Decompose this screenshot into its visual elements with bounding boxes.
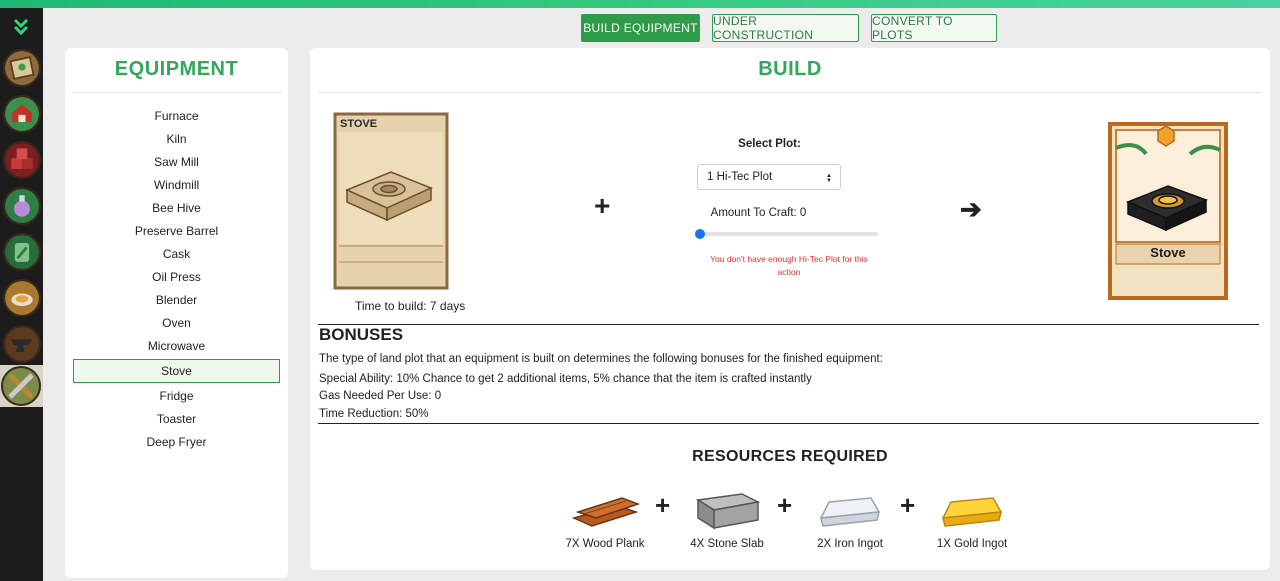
iron-ingot-icon: [819, 497, 881, 527]
select-caret-icon: ▲ ▼: [826, 173, 832, 184]
wood-plank-icon: [571, 497, 640, 527]
gold-ingot-icon: [941, 497, 1003, 527]
tab-convert-to-plots[interactable]: CONVERT TO PLOTS: [871, 14, 997, 42]
bonus-special-ability: Special Ability: 10% Chance to get 2 add…: [319, 373, 812, 385]
bonus-gas: Gas Needed Per Use: 0: [319, 390, 442, 402]
stove-result-image: [1108, 122, 1228, 300]
bonuses-intro: The type of land plot that an equipment …: [319, 353, 883, 365]
plus-icon: +: [777, 490, 793, 520]
equipment-panel: EQUIPMENT Furnace Kiln Saw Mill Windmill…: [65, 48, 288, 578]
amount-to-craft-label: Amount To Craft: 0: [710, 207, 807, 219]
top-accent-bar: [0, 0, 1280, 8]
card-title: STOVE: [340, 118, 378, 130]
resource-stone-slab: 4X Stone Slab: [682, 488, 772, 550]
list-item[interactable]: Toaster: [73, 407, 280, 430]
list-item[interactable]: Kiln: [73, 127, 280, 150]
list-item[interactable]: Deep Fryer: [73, 430, 280, 453]
resource-label: 4X Stone Slab: [690, 538, 764, 550]
section-divider: [318, 324, 1259, 325]
build-title: BUILD: [758, 58, 822, 80]
select-plot-label: Select Plot:: [738, 138, 801, 150]
map-icon[interactable]: [3, 49, 41, 87]
equipment-list: Furnace Kiln Saw Mill Windmill Bee Hive …: [73, 104, 280, 453]
resource-gold-ingot: 1X Gold Ingot: [927, 488, 1017, 550]
crates-icon[interactable]: [3, 141, 41, 179]
plot-select[interactable]: 1 Hi-Tec Plot ▲ ▼: [697, 164, 841, 190]
warning-text: You don't have enough Hi-Tec Plot for th…: [710, 254, 868, 277]
list-item[interactable]: Bee Hive: [73, 196, 280, 219]
list-item[interactable]: Cask: [73, 243, 280, 266]
slider-thumb[interactable]: [695, 229, 705, 239]
list-item[interactable]: Blender: [73, 289, 280, 312]
plus-icon: +: [900, 490, 916, 520]
tab-build-equipment[interactable]: BUILD EQUIPMENT: [581, 14, 700, 42]
anvil-icon[interactable]: [3, 325, 41, 363]
bonuses-title: BONUSES: [319, 325, 404, 344]
resource-label: 1X Gold Ingot: [936, 538, 1008, 550]
list-item[interactable]: Fridge: [73, 384, 280, 407]
amount-slider[interactable]: [695, 229, 878, 239]
arrow-right-icon: ➔: [960, 194, 982, 224]
result-card: Stove: [1106, 120, 1230, 302]
list-item[interactable]: Saw Mill: [73, 150, 280, 173]
list-item[interactable]: Furnace: [73, 104, 280, 127]
list-item[interactable]: Windmill: [73, 173, 280, 196]
bonus-time-reduction: Time Reduction: 50%: [319, 408, 429, 420]
time-to-build: Time to build: 7 days: [355, 299, 466, 313]
tab-under-construction[interactable]: UNDER CONSTRUCTION: [712, 14, 859, 42]
list-item[interactable]: Preserve Barrel: [73, 219, 280, 242]
equipment-card: STOVE: [333, 112, 449, 290]
divider: [318, 92, 1262, 93]
divider: [71, 92, 282, 93]
section-divider: [318, 423, 1259, 424]
result-label: Stove: [1150, 245, 1186, 260]
cooking-icon[interactable]: [3, 279, 41, 317]
equipment-title: EQUIPMENT: [114, 58, 239, 80]
barn-icon[interactable]: [3, 95, 41, 133]
build-panel: BUILD STOVE Time to build: 7 days + Sele…: [310, 48, 1270, 570]
plus-icon: +: [594, 190, 611, 221]
list-item[interactable]: Oil Press: [73, 266, 280, 289]
resource-label: 7X Wood Plank: [565, 538, 645, 550]
plot-select-value: 1 Hi-Tec Plot: [707, 171, 773, 183]
resource-wood-plank: 7X Wood Plank: [560, 488, 650, 550]
stove-card-image: [333, 112, 449, 290]
potion-icon[interactable]: [3, 187, 41, 225]
plus-icon: +: [655, 490, 671, 520]
resources-title: RESOURCES REQUIRED: [692, 448, 888, 465]
jar-icon[interactable]: [3, 233, 41, 271]
side-rail: [0, 8, 43, 581]
list-item[interactable]: Microwave: [73, 335, 280, 358]
double-chevron-down-icon[interactable]: [10, 16, 32, 38]
stone-slab-icon: [695, 493, 761, 530]
tools-icon[interactable]: [0, 365, 43, 407]
list-item-selected[interactable]: Stove: [73, 359, 280, 384]
resource-label: 2X Iron Ingot: [817, 538, 883, 550]
list-item[interactable]: Oven: [73, 312, 280, 335]
resource-iron-ingot: 2X Iron Ingot: [805, 488, 895, 550]
